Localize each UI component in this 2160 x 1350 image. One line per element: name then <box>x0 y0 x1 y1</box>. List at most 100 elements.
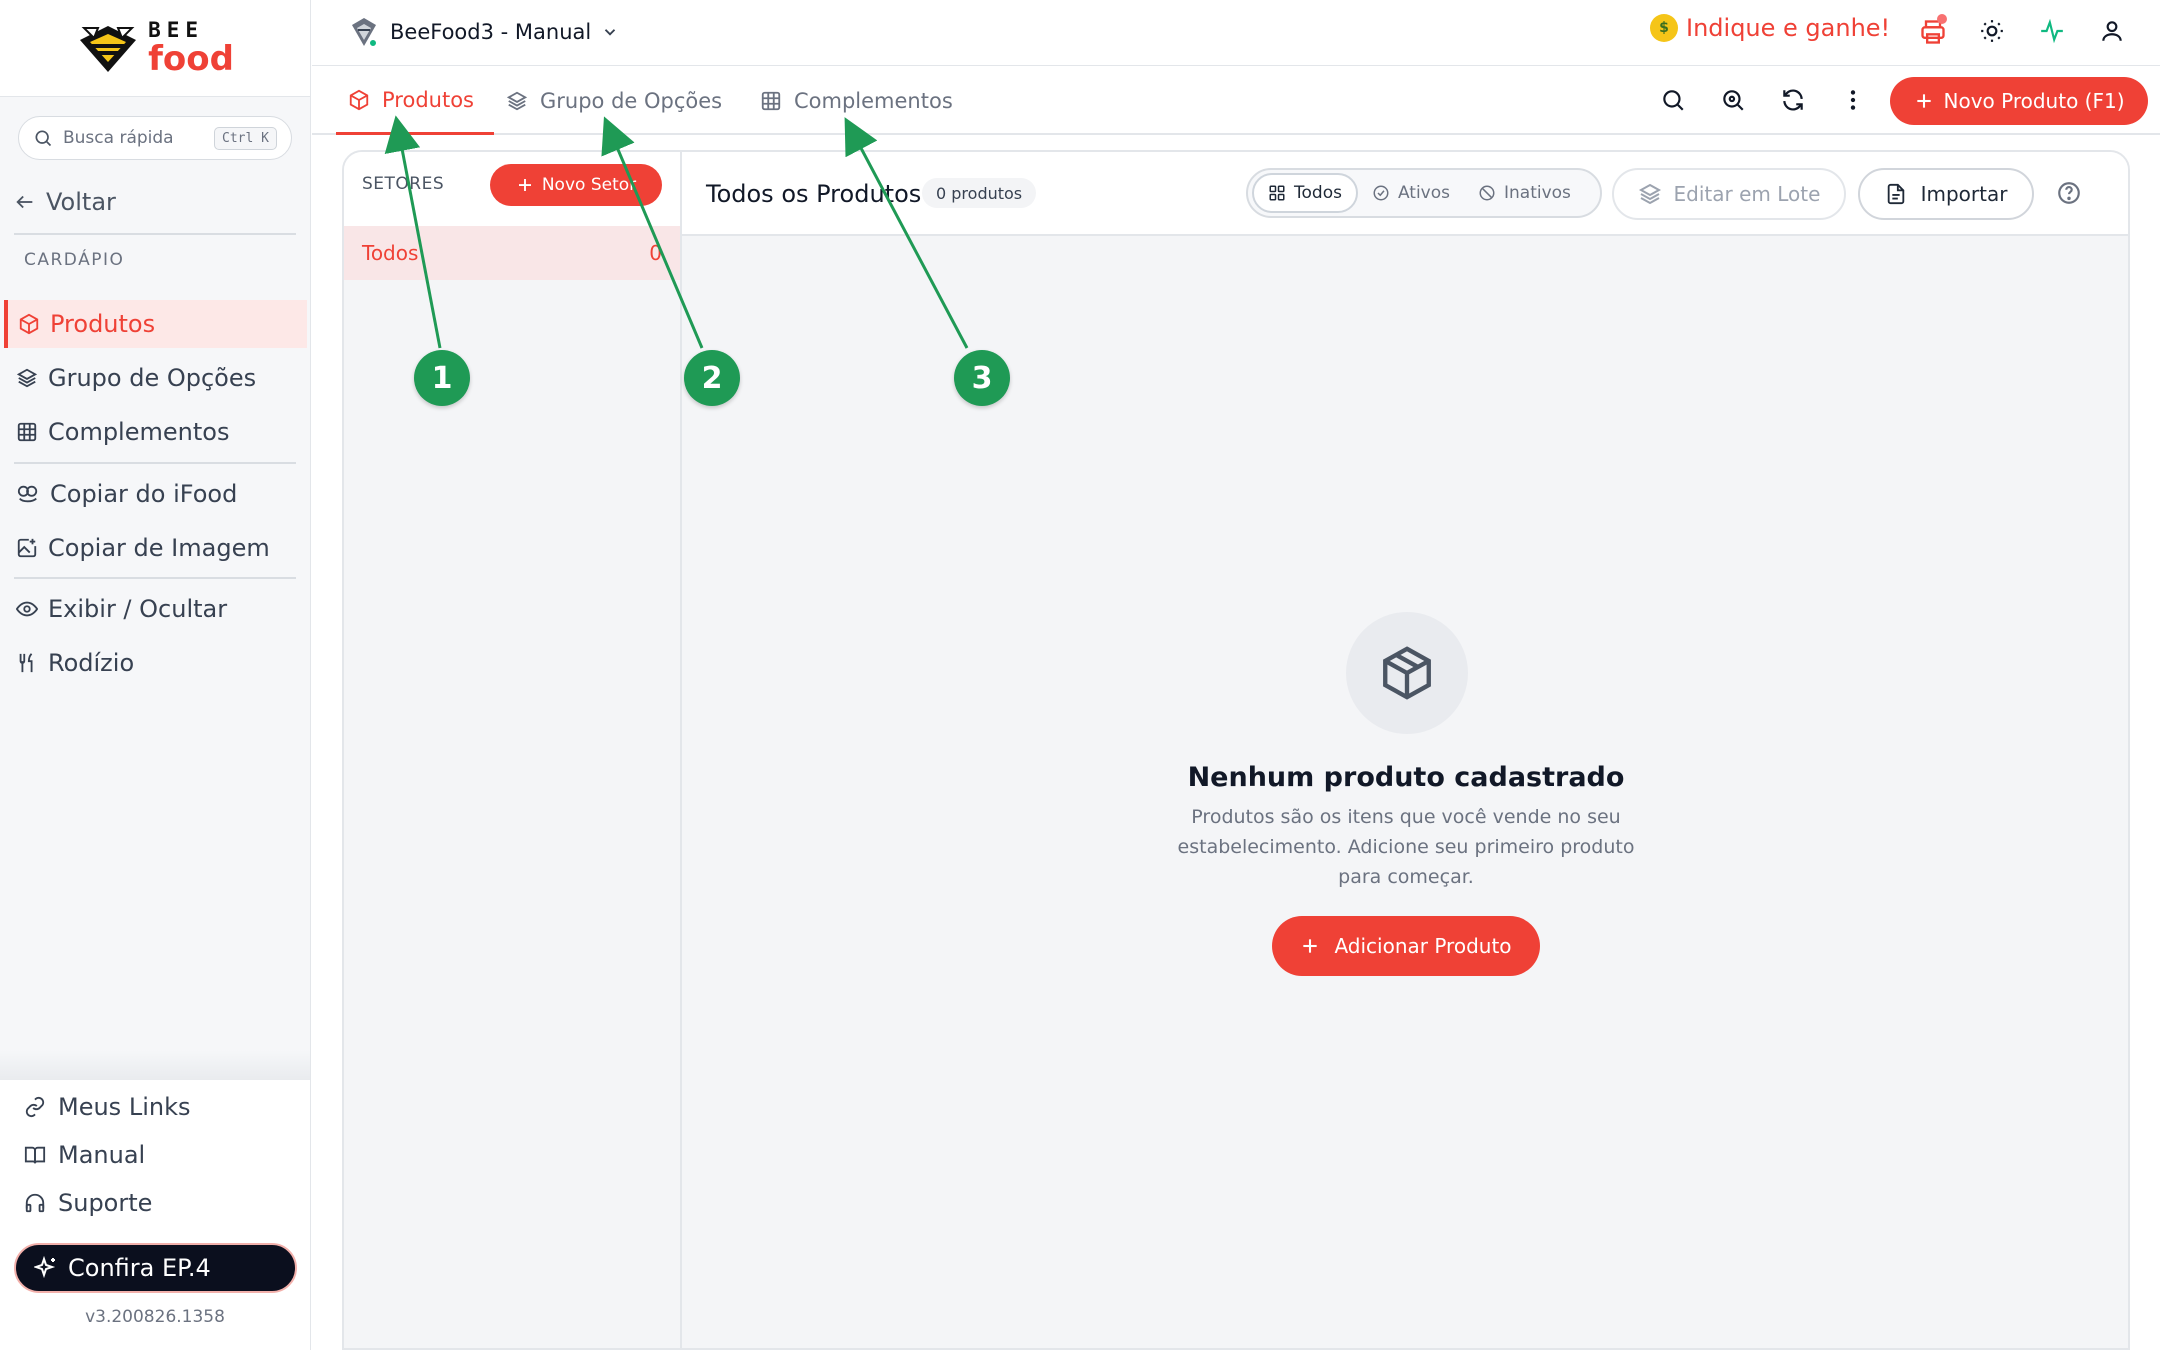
beefood-logo[interactable]: BEE food <box>76 20 234 76</box>
back-link[interactable]: Voltar <box>14 188 116 216</box>
sidebar-item-exibir-ocultar[interactable]: Exibir / Ocultar <box>4 585 307 633</box>
printer-button[interactable] <box>1919 14 1947 50</box>
filter-inativos[interactable]: Inativos <box>1464 173 1585 213</box>
app-version: v3.200826.1358 <box>85 1307 225 1327</box>
sun-icon <box>1981 20 2003 42</box>
tab-produtos[interactable]: Produtos <box>336 67 494 135</box>
store-name: BeeFood3 - Manual <box>390 20 592 44</box>
theme-toggle-button[interactable] <box>1979 18 2005 48</box>
sidebar-item-complementos[interactable]: Complementos <box>4 408 307 456</box>
sidebar-item-rodizio[interactable]: Rodízio <box>4 639 307 687</box>
sidebar-item-manual[interactable]: Manual <box>24 1141 145 1169</box>
new-product-button[interactable]: Novo Produto (F1) <box>1890 77 2148 125</box>
logo-area: BEE food <box>0 0 310 97</box>
sidebar-item-label: Produtos <box>50 310 156 338</box>
image-plus-icon <box>17 538 37 558</box>
promo-episode-button[interactable]: Confira EP.4 <box>14 1243 297 1293</box>
bee-logo-icon <box>80 26 137 72</box>
sidebar-item-produtos[interactable]: Produtos <box>4 300 307 348</box>
plus-icon <box>518 179 531 191</box>
eye-icon <box>16 601 38 617</box>
layers-icon <box>1638 183 1661 205</box>
products-card: SETORES Novo Setor Todos 0 Todos os Prod… <box>342 150 2130 1350</box>
sidebar-item-suporte[interactable]: Suporte <box>24 1189 152 1217</box>
sidebar-item-meus-links[interactable]: Meus Links <box>24 1093 190 1121</box>
section-label: CARDÁPIO <box>24 250 125 270</box>
utensils-icon <box>19 653 33 673</box>
zoom-button[interactable] <box>1720 87 1746 117</box>
top-header: BeeFood3 - Manual $ Indique e ganhe! <box>312 0 2160 66</box>
box-icon <box>349 89 369 110</box>
filter-todos[interactable]: Todos <box>1252 173 1358 213</box>
batch-edit-button[interactable]: Editar em Lote <box>1612 168 1846 220</box>
box-icon <box>19 313 39 335</box>
zoom-in-icon <box>1723 90 1744 111</box>
sidebar-item-label: Suporte <box>58 1189 153 1217</box>
sidebar-item-grupo-opcoes[interactable]: Grupo de Opções <box>4 354 307 402</box>
sidebar-fade <box>0 1050 310 1080</box>
quick-search-input[interactable]: Busca rápida Ctrl K <box>18 116 292 160</box>
check-circle-icon <box>1373 185 1389 201</box>
ban-icon <box>1479 185 1495 201</box>
tab-label: Produtos <box>382 87 474 112</box>
search-placeholder: Busca rápida <box>63 128 174 148</box>
referral-label: Indique e ganhe! <box>1686 14 1891 42</box>
new-sector-button[interactable]: Novo Setor <box>490 164 662 206</box>
store-selector[interactable]: BeeFood3 - Manual <box>348 16 619 48</box>
import-button[interactable]: Importar <box>1858 168 2034 220</box>
filter-ativos[interactable]: Ativos <box>1358 173 1464 213</box>
link-icon <box>25 1096 45 1118</box>
more-options-button[interactable] <box>1840 87 1866 117</box>
add-product-label: Adicionar Produto <box>1334 934 1512 958</box>
layers-icon <box>16 368 38 388</box>
ifood-icon <box>17 485 38 503</box>
notification-dot <box>1937 14 1947 24</box>
sidebar-item-label: Manual <box>58 1141 146 1169</box>
divider <box>14 462 296 464</box>
new-product-label: Novo Produto (F1) <box>1943 89 2125 113</box>
sector-count: 0 <box>649 241 662 265</box>
grid-icon <box>17 422 37 442</box>
user-menu-button[interactable] <box>2099 18 2125 48</box>
search-icon <box>35 130 52 147</box>
annotation-badge-1: 1 <box>414 350 470 406</box>
back-label: Voltar <box>46 188 116 216</box>
import-label: Importar <box>1920 182 2008 206</box>
chevron-down-icon <box>605 29 616 36</box>
more-vertical-icon <box>1850 90 1856 110</box>
promo-label: Confira EP.4 <box>68 1254 211 1282</box>
sidebar-item-label: Meus Links <box>58 1093 191 1121</box>
empty-description: Produtos são os itens que você vende no … <box>1177 806 1635 888</box>
refresh-button[interactable] <box>1780 87 1806 117</box>
plus-icon <box>1303 939 1318 953</box>
help-button[interactable] <box>2056 180 2082 210</box>
money-face-icon: $ <box>1650 14 1678 42</box>
product-count-badge: 0 produtos <box>922 178 1037 208</box>
referral-link[interactable]: $ Indique e ganhe! <box>1650 14 1890 42</box>
tab-complementos[interactable]: Complementos <box>760 67 953 135</box>
setores-header: SETORES Novo Setor <box>344 152 680 236</box>
filter-label: Todos <box>1294 183 1342 203</box>
sector-name: Todos <box>362 241 419 265</box>
sidebar-item-label: Grupo de Opções <box>48 364 257 392</box>
content-header: Todos os Produtos 0 produtos Todos Ativo… <box>682 152 2128 236</box>
tab-label: Complementos <box>794 89 953 113</box>
book-icon <box>24 1146 46 1164</box>
search-button[interactable] <box>1660 87 1686 117</box>
filter-label: Ativos <box>1397 183 1450 203</box>
empty-state: Nenhum produto cadastrado Produtos são o… <box>682 236 2128 1348</box>
sidebar-item-label: Complementos <box>48 418 230 446</box>
file-text-icon <box>1887 183 1904 205</box>
sidebar-item-label: Copiar de Imagem <box>48 534 270 562</box>
activity-button[interactable] <box>2039 18 2065 48</box>
grid-icon <box>761 91 781 111</box>
sidebar-item-copiar-ifood[interactable]: Copiar do iFood <box>4 470 307 518</box>
box-icon <box>1383 646 1431 700</box>
annotation-badge-2: 2 <box>684 350 740 406</box>
sidebar-item-copiar-imagem[interactable]: Copiar de Imagem <box>4 524 307 572</box>
add-product-button[interactable]: Adicionar Produto <box>1272 916 1540 976</box>
sector-row-todos[interactable]: Todos 0 <box>344 226 680 280</box>
tab-grupo-opcoes[interactable]: Grupo de Opções <box>506 67 722 135</box>
refresh-icon <box>1783 89 1803 111</box>
grid-2x2-icon <box>1269 185 1285 201</box>
